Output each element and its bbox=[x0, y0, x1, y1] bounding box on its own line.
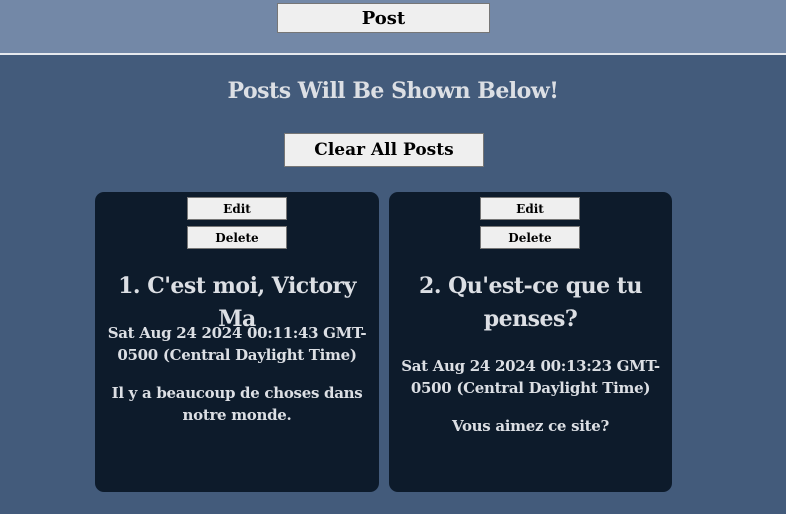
post-card: Edit Delete 1. C'est moi, Victory Ma Sat… bbox=[95, 192, 379, 492]
post-button[interactable]: Post bbox=[277, 3, 490, 33]
post-date: Sat Aug 24 2024 00:11:43 GMT-0500 (Centr… bbox=[107, 324, 367, 364]
post-title: 2. Qu'est-ce que tu penses? bbox=[419, 273, 642, 332]
post-body: Il y a beaucoup de choses dans notre mon… bbox=[111, 384, 363, 424]
edit-button[interactable]: Edit bbox=[480, 197, 580, 220]
delete-button[interactable]: Delete bbox=[480, 226, 580, 249]
delete-button[interactable]: Delete bbox=[187, 226, 287, 249]
top-bar: Post bbox=[0, 0, 786, 55]
post-body: Vous aimez ce site? bbox=[451, 417, 609, 435]
clear-all-posts-button[interactable]: Clear All Posts bbox=[284, 133, 484, 167]
edit-button[interactable]: Edit bbox=[187, 197, 287, 220]
post-date: Sat Aug 24 2024 00:13:23 GMT-0500 (Centr… bbox=[401, 357, 660, 397]
post-card: Edit Delete 2. Qu'est-ce que tu penses? … bbox=[389, 192, 672, 492]
page-heading: Posts Will Be Shown Below! bbox=[227, 78, 559, 104]
